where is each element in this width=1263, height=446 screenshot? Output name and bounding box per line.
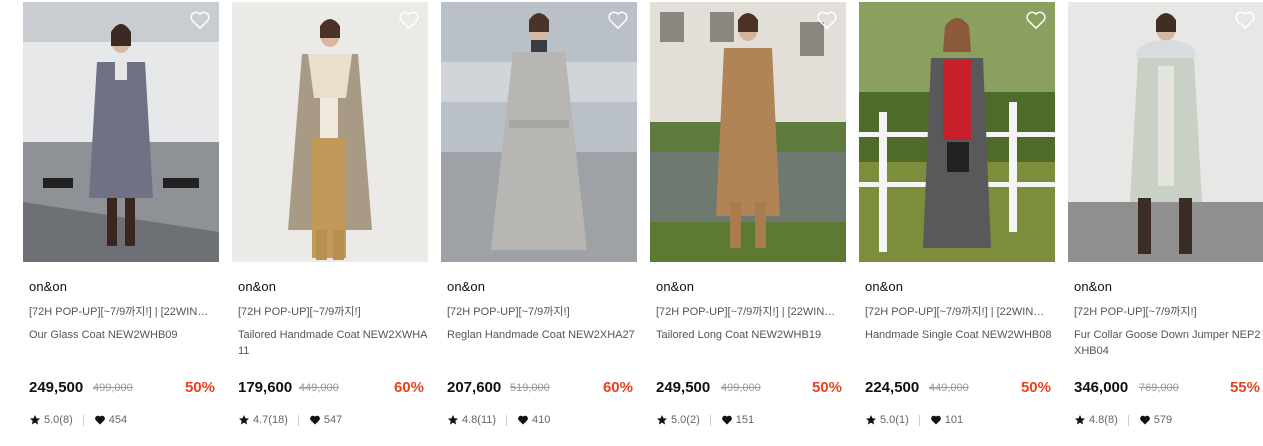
product-name[interactable]: Our Glass Coat NEW2WHB09 — [29, 327, 219, 343]
product-stats: 4.7(18) 547 — [238, 413, 342, 427]
brand-name[interactable]: on&on — [29, 279, 67, 294]
discount-rate: 60% — [393, 379, 424, 396]
product-card[interactable]: on&on [72H POP-UP][~7/9까지!] | [22WINTER]… — [859, 0, 1055, 446]
brand-name[interactable]: on&on — [238, 279, 276, 294]
discount-rate: 50% — [184, 379, 215, 396]
heart-icon — [517, 414, 529, 426]
product-photo — [650, 2, 846, 262]
product-name[interactable]: Fur Collar Goose Down Jumper NEP2XHB04 — [1074, 327, 1263, 359]
brand-name[interactable]: on&on — [865, 279, 903, 294]
product-name[interactable]: Tailored Handmade Coat NEW2XWHA11 — [238, 327, 428, 359]
promo-text[interactable]: [72H POP-UP][~7/9까지!] | [22WINTER] — [29, 303, 215, 319]
product-name[interactable]: Tailored Long Coat NEW2WHB19 — [656, 327, 846, 343]
likes-count: 547 — [323, 414, 343, 426]
product-photo — [232, 2, 428, 262]
product-card[interactable]: on&on [72H POP-UP][~7/9까지!] | [22WINTER]… — [650, 0, 846, 446]
product-stats: 5.0(2) 151 — [656, 413, 754, 427]
star-icon — [29, 414, 41, 426]
heart-icon — [1139, 414, 1151, 426]
rating-text: 5.0(1) — [880, 414, 909, 426]
wishlist-heart-icon[interactable] — [607, 10, 629, 30]
heart-icon — [309, 414, 321, 426]
original-price: 499,000 — [93, 382, 133, 394]
rating-text: 4.8(11) — [462, 414, 497, 426]
product-image[interactable] — [232, 2, 428, 262]
likes-count: 101 — [944, 414, 964, 426]
product-stats: 5.0(1) 101 — [865, 413, 963, 427]
product-stats: 4.8(8) 579 — [1074, 413, 1172, 427]
discount-rate: 50% — [1020, 379, 1051, 396]
product-image[interactable] — [441, 2, 637, 262]
rating-text: 5.0(8) — [44, 414, 73, 426]
divider — [82, 414, 84, 426]
divider — [709, 414, 711, 426]
product-photo — [1068, 2, 1263, 262]
likes-count: 151 — [735, 414, 755, 426]
heart-icon — [930, 414, 942, 426]
wishlist-heart-icon[interactable] — [816, 10, 838, 30]
rating-text: 5.0(2) — [671, 414, 700, 426]
product-photo — [23, 2, 219, 262]
sale-price: 207,600 — [447, 379, 502, 396]
discount-rate: 60% — [602, 379, 633, 396]
wishlist-heart-icon[interactable] — [1234, 10, 1256, 30]
product-name[interactable]: Handmade Single Coat NEW2WHB08 — [865, 327, 1055, 343]
product-image[interactable] — [650, 2, 846, 262]
wishlist-heart-icon[interactable] — [189, 10, 211, 30]
star-icon — [865, 414, 877, 426]
product-stats: 4.8(11) 410 — [447, 413, 550, 427]
original-price: 449,000 — [929, 382, 969, 394]
promo-text[interactable]: [72H POP-UP][~7/9까지!] — [447, 303, 633, 319]
promo-text[interactable]: [72H POP-UP][~7/9까지!] — [238, 303, 424, 319]
product-stats: 5.0(8) 454 — [29, 413, 127, 427]
likes-count: 454 — [108, 414, 128, 426]
promo-text[interactable]: [72H POP-UP][~7/9까지!] | [22WINTER] — [656, 303, 842, 319]
product-grid: on&on [72H POP-UP][~7/9까지!] | [22WINTER]… — [0, 0, 1263, 446]
wishlist-heart-icon[interactable] — [398, 10, 420, 30]
sale-price: 179,600 — [238, 379, 293, 396]
divider — [297, 414, 299, 426]
star-icon — [1074, 414, 1086, 426]
discount-rate: 55% — [1229, 379, 1260, 396]
brand-name[interactable]: on&on — [447, 279, 485, 294]
star-icon — [238, 414, 250, 426]
product-image[interactable] — [23, 2, 219, 262]
wishlist-heart-icon[interactable] — [1025, 10, 1047, 30]
product-card[interactable]: on&on [72H POP-UP][~7/9까지!] Tailored Han… — [232, 0, 428, 446]
sale-price: 224,500 — [865, 379, 920, 396]
product-photo — [441, 2, 637, 262]
sale-price: 249,500 — [29, 379, 84, 396]
product-name[interactable]: Reglan Handmade Coat NEW2XHA27 — [447, 327, 637, 343]
heart-icon — [721, 414, 733, 426]
star-icon — [656, 414, 668, 426]
product-photo — [859, 2, 1055, 262]
original-price: 769,000 — [1139, 382, 1179, 394]
star-icon — [447, 414, 459, 426]
brand-name[interactable]: on&on — [1074, 279, 1112, 294]
brand-name[interactable]: on&on — [656, 279, 694, 294]
original-price: 519,000 — [510, 382, 550, 394]
product-card[interactable]: on&on [72H POP-UP][~7/9까지!] Fur Collar G… — [1068, 0, 1263, 446]
heart-icon — [94, 414, 106, 426]
likes-count: 579 — [1153, 414, 1173, 426]
sale-price: 249,500 — [656, 379, 711, 396]
product-image[interactable] — [859, 2, 1055, 262]
divider — [918, 414, 920, 426]
rating-text: 4.8(8) — [1089, 414, 1118, 426]
rating-text: 4.7(18) — [253, 414, 288, 426]
promo-text[interactable]: [72H POP-UP][~7/9까지!] — [1074, 303, 1260, 319]
divider — [1127, 414, 1129, 426]
promo-text[interactable]: [72H POP-UP][~7/9까지!] | [22WINTER] — [865, 303, 1051, 319]
discount-rate: 50% — [811, 379, 842, 396]
original-price: 449,000 — [299, 382, 339, 394]
original-price: 499,000 — [721, 382, 761, 394]
product-image[interactable] — [1068, 2, 1263, 262]
divider — [506, 414, 508, 426]
likes-count: 410 — [532, 414, 551, 426]
product-card[interactable]: on&on [72H POP-UP][~7/9까지!] | [22WINTER]… — [23, 0, 219, 446]
sale-price: 346,000 — [1074, 379, 1129, 396]
product-card[interactable]: on&on [72H POP-UP][~7/9까지!] Reglan Handm… — [441, 0, 637, 446]
